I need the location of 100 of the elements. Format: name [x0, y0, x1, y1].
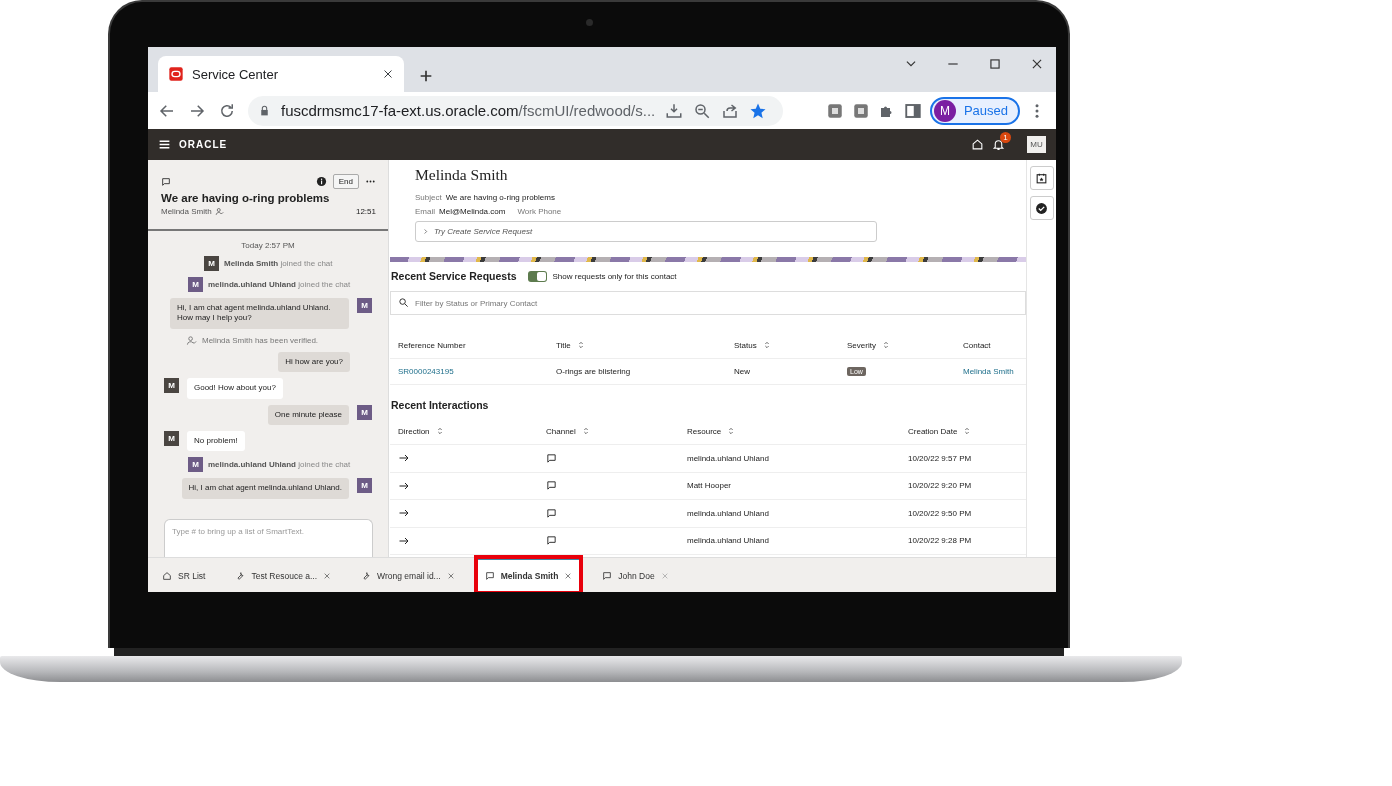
avatar: M: [357, 404, 372, 420]
menu-icon[interactable]: [158, 138, 171, 151]
sort-icon[interactable]: [727, 427, 736, 435]
column-header[interactable]: Status: [734, 340, 771, 350]
column-header[interactable]: Resource: [687, 426, 736, 436]
chat-event: melinda.uhland Uhland joined the chat: [208, 280, 351, 289]
avatar-icon: M: [933, 99, 956, 122]
table-cell: Matt Hooper: [687, 481, 732, 491]
suggestion-button[interactable]: Try Create Service Request: [415, 221, 877, 242]
notification-badge: 1: [1000, 132, 1011, 143]
work-tab[interactable]: Test Resouce a...: [227, 558, 340, 592]
chat-bubble: Hi, I am chat agent melinda.uhland Uhland. How may I help you?: [170, 298, 349, 329]
sort-icon[interactable]: [762, 341, 771, 349]
avatar: M: [188, 277, 203, 292]
table-cell: 10/20/22 9:50 PM: [908, 508, 972, 518]
chat-bubble: Good! How about you?: [187, 378, 283, 399]
chevron-icon: [422, 228, 429, 235]
close-icon[interactable]: [382, 68, 394, 80]
table-cell: New: [734, 367, 750, 376]
avatar: M: [188, 457, 203, 473]
table-cell: O-rings are blistering: [556, 367, 631, 376]
section-title: Recent Interactions: [391, 399, 489, 411]
table-cell: melinda.uhland Uhland: [687, 536, 769, 546]
contact-link[interactable]: Melinda Smith: [963, 367, 1014, 376]
work-tab[interactable]: SR List: [154, 558, 214, 592]
conversation-title: We are having o-ring problems: [161, 192, 331, 204]
avatar: M: [164, 430, 179, 446]
table-cell: 10/20/22 9:28 PM: [908, 536, 972, 546]
sort-icon[interactable]: [881, 341, 890, 349]
side-panel-icon[interactable]: [903, 101, 922, 120]
avatar: M: [357, 298, 372, 313]
address-bar[interactable]: fuscdrmsmc17-fa-ext.us.oracle.com/fscmUI/redwood/s...: [248, 95, 783, 126]
field-label: Subject: [415, 193, 442, 202]
contact-name: Melinda Smith: [161, 207, 212, 216]
chat-event: melinda.uhland Uhland joined the chat: [208, 460, 351, 470]
table-cell: melinda.uhland Uhland: [687, 508, 769, 518]
url-text: fuscdrmsmc17-fa-ext.us.oracle.com/fscmUI/redwood/s...: [281, 102, 656, 119]
toggle-label: Show requests only for this contact: [552, 271, 677, 281]
bell-icon[interactable]: [992, 138, 1005, 151]
close-icon[interactable]: [1030, 57, 1044, 71]
column-header: Contact: [963, 340, 991, 350]
browser-tab[interactable]: Service Center: [158, 56, 404, 92]
oracle-logo: ORACLE: [179, 139, 228, 150]
column-header[interactable]: Direction: [398, 426, 444, 436]
chat-icon: [546, 480, 557, 492]
sort-icon[interactable]: [581, 427, 590, 435]
table-cell: 10/20/22 9:20 PM: [908, 481, 972, 491]
field-label: Email: [415, 207, 435, 216]
reload-icon[interactable]: [218, 101, 236, 120]
email-value: Mel@Melinda.com: [439, 207, 506, 216]
section-title: Recent Service Requests: [391, 270, 517, 282]
chat-event: Melinda Smith joined the chat: [224, 259, 333, 268]
download-icon[interactable]: [665, 101, 684, 120]
calendar-button[interactable]: [1029, 166, 1054, 190]
extension-icon[interactable]: [825, 101, 844, 120]
camera-icon: [586, 19, 593, 26]
chat-icon: [161, 176, 171, 187]
reference-link[interactable]: SR0000243195: [398, 367, 454, 376]
info-icon[interactable]: [315, 176, 327, 187]
sort-icon[interactable]: [576, 341, 585, 349]
zoom-out-icon[interactable]: [693, 101, 712, 120]
column-header[interactable]: Channel: [546, 426, 590, 436]
search-icon: [398, 297, 409, 308]
avatar: M: [357, 478, 372, 494]
wrench-icon: [235, 571, 246, 581]
toggle-switch[interactable]: [528, 270, 548, 282]
chat-icon: [602, 571, 613, 581]
chat-icon: [546, 507, 557, 519]
chat-time: 12:51: [355, 207, 376, 216]
new-tab-icon[interactable]: [418, 68, 434, 84]
column-header[interactable]: Creation Date: [908, 426, 972, 436]
verified-person-icon: [186, 334, 197, 346]
chat-icon: [484, 571, 495, 581]
work-tab[interactable]: Wrong email id...: [353, 558, 463, 592]
message-composer[interactable]: Type # to bring up a list of SmartText.: [164, 519, 373, 557]
field-label: Work Phone: [517, 207, 562, 216]
table-cell: 10/20/22 9:57 PM: [908, 453, 972, 463]
column-header[interactable]: Title: [556, 340, 585, 350]
avatar: M: [164, 378, 179, 394]
sort-icon[interactable]: [435, 427, 444, 435]
chat-bubble: Hi how are you?: [278, 351, 350, 373]
chat-bubble: Hi, I am chat agent melinda.uhland Uhland.: [181, 478, 349, 499]
table-cell: melinda.uhland Uhland: [687, 453, 769, 463]
lock-icon: [258, 104, 271, 117]
profile-button[interactable]: M Paused: [929, 96, 1020, 125]
home-icon: [162, 571, 172, 581]
maximize-icon[interactable]: [988, 57, 1002, 71]
filter-field[interactable]: Filter by Status or Primary Contact: [390, 291, 1026, 315]
work-tab[interactable]: John Doe: [594, 558, 677, 592]
work-tab[interactable]: Melinda Smith: [476, 558, 581, 592]
extension-icon[interactable]: [851, 101, 870, 120]
chat-bubble: No problem!: [187, 430, 245, 452]
verified-person-icon: [214, 207, 224, 216]
calendar-icon: [1035, 171, 1048, 185]
sort-icon[interactable]: [963, 427, 972, 435]
end-button[interactable]: End: [332, 174, 359, 189]
home-icon[interactable]: [971, 138, 984, 151]
complete-button[interactable]: [1029, 196, 1054, 220]
user-avatar[interactable]: MU: [1027, 136, 1046, 153]
column-header[interactable]: Severity: [847, 340, 890, 350]
